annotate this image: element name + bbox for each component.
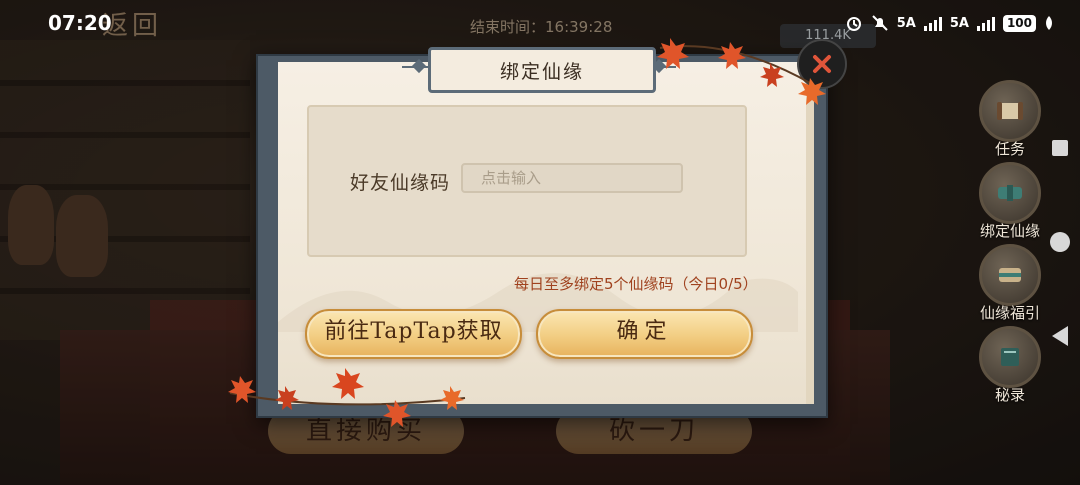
signal-icon bbox=[976, 15, 995, 31]
home-icon[interactable] bbox=[1050, 232, 1070, 252]
side-item-label: 秘录 bbox=[994, 386, 1025, 404]
battery-icon: 100 bbox=[1002, 14, 1036, 32]
leaf-saver-icon bbox=[1046, 16, 1052, 30]
friend-code-label: 好友仙缘码 bbox=[350, 172, 451, 194]
status-icons: 5A 5A 100 bbox=[845, 14, 1054, 32]
mute-bell-icon bbox=[872, 15, 888, 31]
network-label: 5A bbox=[896, 15, 916, 31]
network-label: 5A bbox=[949, 15, 969, 31]
secret-book-icon bbox=[979, 326, 1041, 388]
fortune-scroll-icon bbox=[979, 244, 1041, 306]
back-nav-icon[interactable] bbox=[1052, 326, 1068, 346]
side-item-bind[interactable]: 绑定仙缘 bbox=[970, 162, 1050, 241]
daily-limit-text: 每日至多绑定5个仙缘码（今日0/5） bbox=[514, 275, 758, 293]
friend-code-input[interactable] bbox=[461, 163, 683, 193]
recent-apps-icon[interactable] bbox=[1052, 140, 1068, 156]
scroll-icon bbox=[979, 80, 1041, 142]
modal-title: 绑定仙缘 bbox=[428, 47, 656, 93]
side-item-task[interactable]: 任务 bbox=[970, 80, 1050, 159]
maple-branch-bottom-icon bbox=[228, 368, 466, 427]
side-item-label: 任务 bbox=[994, 140, 1025, 158]
confirm-button[interactable]: 确定 bbox=[536, 309, 753, 359]
side-item-label: 绑定仙缘 bbox=[979, 222, 1040, 240]
bind-scroll-icon bbox=[979, 162, 1041, 224]
signal-icon bbox=[923, 15, 942, 31]
side-item-fortune[interactable]: 仙缘福引 bbox=[970, 244, 1050, 323]
side-item-secret[interactable]: 秘录 bbox=[970, 326, 1050, 405]
status-bar: 07:20 5A 5A 100 bbox=[0, 0, 1080, 48]
maple-branch-top-icon bbox=[657, 38, 826, 105]
status-time: 07:20 bbox=[48, 11, 112, 35]
game-screen: 返回 结束时间：16:39:28 111.4K 直接购买 砍一刀 任务 绑定仙缘… bbox=[0, 0, 1080, 485]
side-item-label: 仙缘福引 bbox=[979, 304, 1040, 322]
goto-taptap-button[interactable]: 前往TapTap获取 bbox=[305, 309, 522, 359]
